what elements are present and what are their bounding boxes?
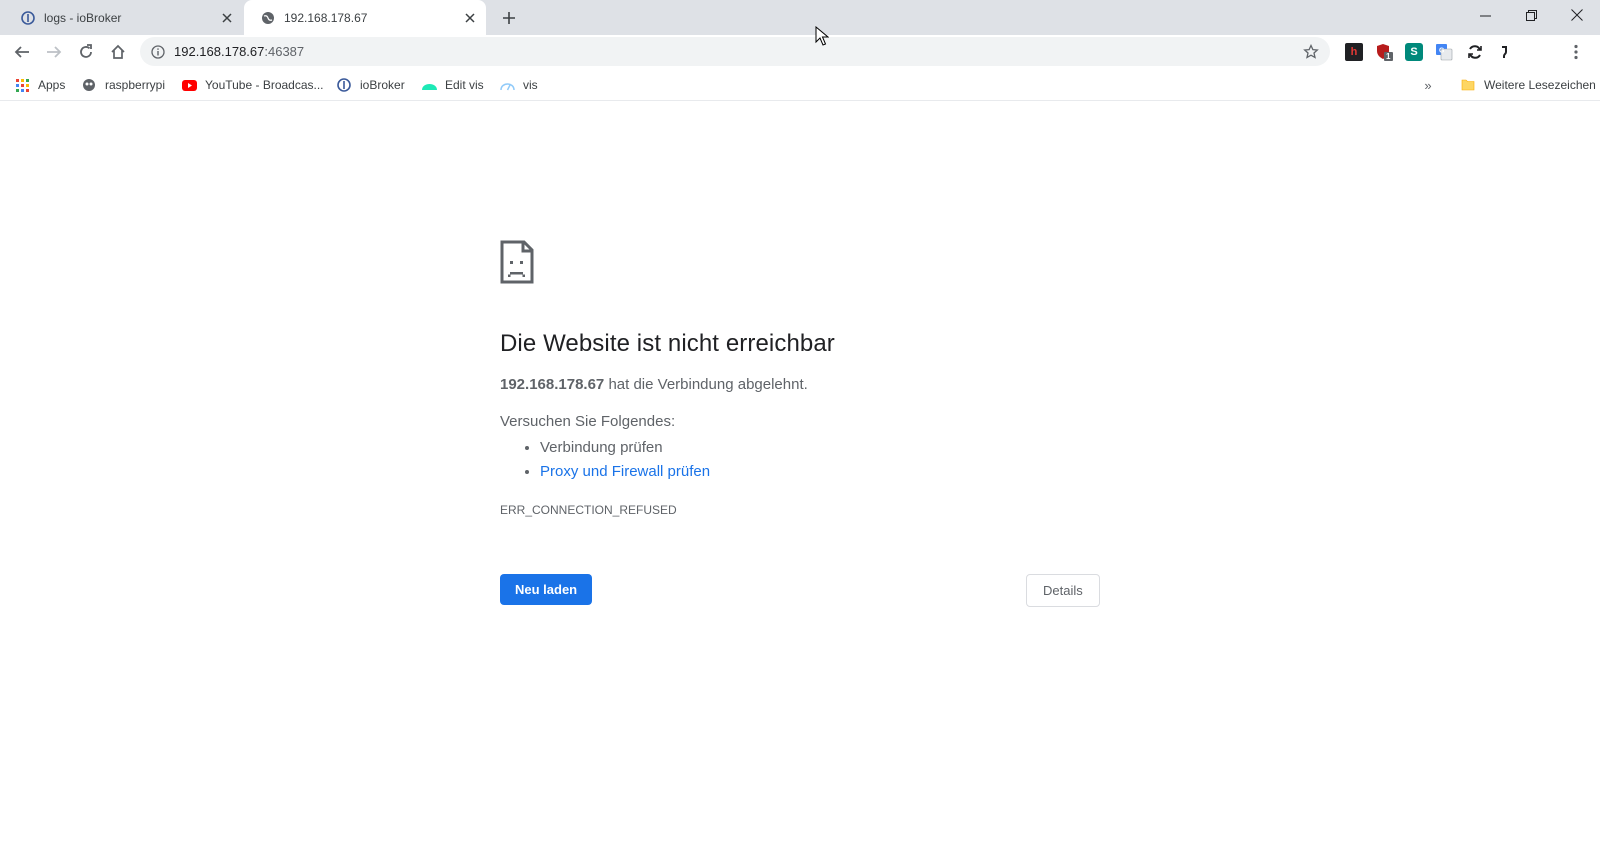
arrow-left-icon	[14, 46, 29, 58]
vis-edit-icon	[421, 77, 437, 93]
iobroker-icon	[20, 10, 36, 26]
tab-title: 192.168.178.67	[284, 10, 368, 25]
bookmark-apps[interactable]: Apps	[14, 77, 65, 93]
google-translate-icon[interactable]: G	[1435, 43, 1453, 61]
error-host: 192.168.178.67	[500, 376, 605, 393]
tab-strip: logs - ioBroker 192.168.178.67	[0, 0, 1600, 35]
address-bar[interactable]: 192.168.178.67:46387	[140, 37, 1330, 66]
plus-icon	[503, 12, 515, 24]
home-icon	[111, 44, 125, 59]
close-icon[interactable]	[219, 10, 235, 26]
error-code: ERR_CONNECTION_REFUSED	[500, 503, 677, 517]
bookmark-iobroker[interactable]: ioBroker	[336, 77, 405, 93]
bookmark-label: YouTube - Broadcas...	[205, 78, 324, 92]
bookmark-label: Weitere Lesezeichen	[1484, 78, 1596, 92]
bookmarks-overflow-chevron[interactable]: »	[1420, 77, 1436, 93]
tab-active-address[interactable]: 192.168.178.67	[244, 0, 486, 35]
close-window-icon	[1571, 9, 1583, 21]
mouse-cursor-icon	[815, 26, 829, 46]
chrome-menu-button[interactable]	[1568, 43, 1584, 61]
bookmark-other-folder[interactable]: Weitere Lesezeichen	[1460, 77, 1596, 93]
reload-button[interactable]	[72, 38, 100, 66]
ublock-shield-icon[interactable]: 1	[1375, 43, 1393, 61]
bookmark-star-icon[interactable]	[1302, 43, 1320, 61]
bookmark-label: vis	[523, 78, 538, 92]
kebab-menu-icon	[1574, 44, 1578, 60]
bookmark-label: raspberrypi	[105, 78, 166, 92]
bookmark-edit-vis[interactable]: Edit vis	[421, 77, 484, 93]
proxy-firewall-link[interactable]: Proxy und Firewall prüfen	[540, 463, 710, 480]
iobroker-icon	[336, 77, 352, 93]
bookmark-raspberrypi[interactable]: raspberrypi	[81, 77, 165, 93]
bookmark-youtube[interactable]: YouTube - Broadcas...	[181, 77, 324, 93]
minimize-icon	[1479, 15, 1491, 16]
sync-icon[interactable]	[1466, 43, 1484, 61]
error-message-text: hat die Verbindung abgelehnt.	[604, 376, 808, 393]
url-host: 192.168.178.67	[174, 44, 265, 59]
suggestion-text: Verbindung prüfen	[540, 439, 663, 456]
globe-icon	[260, 10, 276, 26]
suggestion-item: Verbindung prüfen	[540, 436, 1100, 460]
tab-logs-iobroker[interactable]: logs - ioBroker	[0, 0, 243, 35]
bookmark-label: ioBroker	[360, 78, 405, 92]
back-button[interactable]	[8, 38, 36, 66]
restore-icon	[1525, 9, 1537, 21]
new-tab-button[interactable]	[498, 7, 520, 29]
restore-button[interactable]	[1508, 0, 1554, 30]
close-icon[interactable]	[462, 10, 478, 26]
extension-badge: 1	[1386, 52, 1391, 61]
arrow-right-icon	[47, 46, 62, 58]
bookmark-label: Apps	[38, 78, 66, 92]
minimize-button[interactable]	[1462, 0, 1508, 30]
raspberrypi-icon	[81, 77, 97, 93]
apps-grid-icon	[14, 77, 30, 93]
tab-title: logs - ioBroker	[44, 10, 122, 25]
toolbar: 192.168.178.67:46387 h 1 S G	[0, 35, 1600, 69]
error-page: Die Website ist nicht erreichbar 192.168…	[500, 240, 1100, 607]
bookmark-vis[interactable]: vis	[499, 77, 538, 93]
details-button[interactable]: Details	[1026, 574, 1100, 607]
suggestions-list: Verbindung prüfen Proxy und Firewall prü…	[540, 436, 1100, 484]
error-message: 192.168.178.67 hat die Verbindung abgele…	[500, 376, 1100, 393]
sad-page-icon	[500, 240, 534, 284]
bookmark-label: Edit vis	[445, 78, 484, 92]
youtube-icon	[181, 77, 197, 93]
bookmarks-bar: Apps raspberrypi YouTube - Broadcas... i…	[0, 69, 1600, 101]
suggestions-heading: Versuchen Sie Folgendes:	[500, 413, 676, 430]
reload-page-button[interactable]: Neu laden	[500, 574, 593, 605]
svg-text:G: G	[1439, 48, 1445, 55]
home-button[interactable]	[104, 38, 132, 66]
folder-icon	[1460, 77, 1476, 93]
extension-s-icon[interactable]: S	[1405, 43, 1423, 61]
url-port: :46387	[264, 44, 305, 59]
forward-button[interactable]	[40, 38, 68, 66]
extension-h-icon[interactable]: h	[1345, 43, 1363, 61]
error-title: Die Website ist nicht erreichbar	[500, 330, 835, 357]
extension-puzzle-icon[interactable]	[1496, 43, 1514, 61]
info-icon[interactable]	[150, 44, 166, 60]
url-text[interactable]: 192.168.178.67:46387	[174, 44, 1302, 59]
reload-icon	[80, 44, 92, 58]
vis-icon	[499, 77, 515, 93]
close-window-button[interactable]	[1554, 0, 1600, 30]
suggestion-item: Proxy und Firewall prüfen	[540, 460, 1100, 484]
